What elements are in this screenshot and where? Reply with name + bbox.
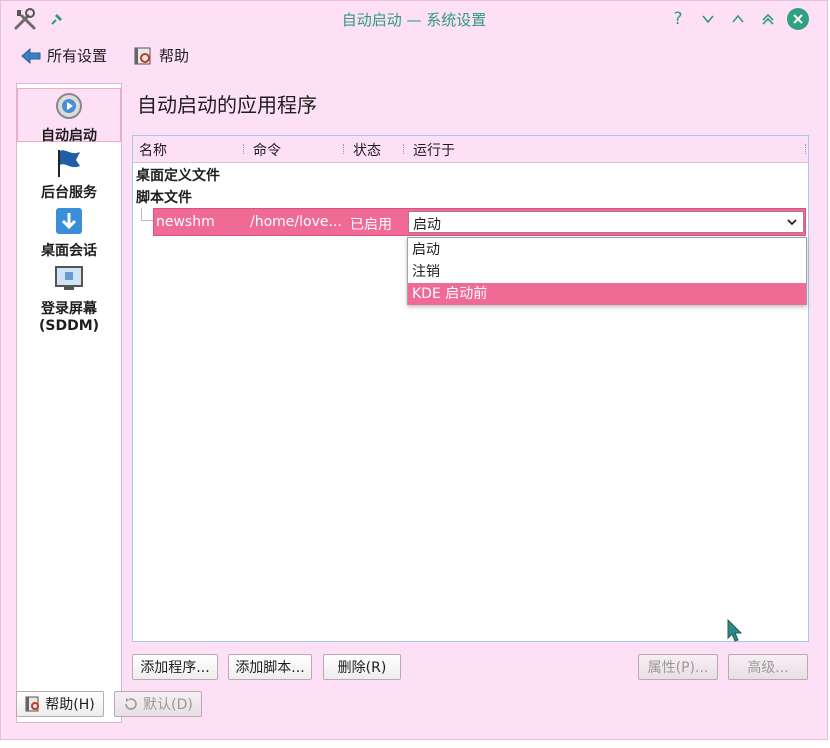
sidebar-item-label-line2: (SDDM) — [38, 318, 100, 334]
properties-button[interactable]: 属性(P)... — [638, 654, 718, 680]
advanced-button[interactable]: 高级... — [728, 654, 808, 680]
remove-button[interactable]: 删除(R) — [323, 654, 401, 680]
maximize-button[interactable] — [727, 8, 749, 30]
sidebar-item-login-screen[interactable]: 登录屏幕 (SDDM) — [17, 264, 121, 334]
double-chevron-up-icon — [762, 13, 774, 25]
toolbar-help-label: 帮助 — [159, 47, 190, 65]
chevron-down-icon — [702, 15, 714, 24]
footer-help-label: 帮助(H) — [45, 697, 95, 713]
sidebar-item-label: 桌面会话 — [41, 243, 97, 259]
help-book-icon — [25, 696, 40, 712]
title-bar: 自动启动 — 系统设置 ? — [1, 1, 827, 37]
run-on-select[interactable]: 启动 — [408, 211, 804, 233]
reset-icon — [125, 698, 137, 710]
dropdown-option-startup[interactable]: 启动 — [408, 239, 806, 261]
flag-icon — [58, 150, 80, 177]
group-desktop-files[interactable]: 桌面定义文件 — [136, 165, 220, 185]
run-on-select-value: 启动 — [413, 217, 441, 233]
download-arrow-icon — [56, 208, 82, 234]
minimize-button[interactable] — [697, 8, 719, 30]
sidebar-item-label: 后台服务 — [41, 185, 97, 201]
defaults-label: 默认(D) — [143, 697, 193, 713]
sidebar-item-desktop-session[interactable]: 桌面会话 — [17, 206, 121, 260]
all-settings-button[interactable]: 所有设置 — [21, 45, 107, 66]
column-header-name[interactable]: 名称 — [139, 140, 167, 160]
footer-help-button[interactable]: 帮助(H) — [16, 691, 104, 717]
dropdown-option-before-kde[interactable]: KDE 启动前 — [408, 283, 806, 305]
group-script-files[interactable]: 脚本文件 — [136, 187, 192, 207]
close-button[interactable] — [787, 8, 809, 30]
arrow-left-icon — [21, 47, 41, 64]
page-title: 自动启动的应用程序 — [137, 93, 317, 117]
toolbar: 所有设置 帮助 — [1, 41, 827, 73]
sidebar-item-label-line1: 登录屏幕 — [41, 301, 97, 317]
column-separator[interactable] — [403, 144, 406, 154]
sidebar-item-background-services[interactable]: 后台服务 — [17, 148, 121, 202]
column-separator[interactable] — [243, 144, 246, 154]
close-icon — [793, 14, 803, 24]
table-row[interactable]: newshm /home/love... 已启用 启动 — [153, 208, 806, 236]
tree-branch-line — [141, 208, 153, 221]
column-separator[interactable] — [805, 144, 808, 154]
add-program-button[interactable]: 添加程序... — [132, 654, 218, 680]
column-header-status[interactable]: 状态 — [353, 140, 381, 160]
row-command: /home/love... — [250, 214, 342, 230]
chevron-up-icon — [732, 14, 744, 23]
dropdown-option-logout[interactable]: 注销 — [408, 261, 806, 283]
defaults-button[interactable]: 默认(D) — [114, 691, 202, 717]
run-on-dropdown-list: 启动 注销 KDE 启动前 — [407, 237, 807, 305]
keep-above-button[interactable] — [757, 8, 779, 30]
autostart-tree[interactable]: 名称 命令 状态 运行于 桌面定义文件 脚本文件 newshm /home/lo… — [132, 135, 809, 642]
monitor-icon — [55, 266, 83, 290]
sidebar-item-autostart[interactable]: 自动启动 — [17, 88, 121, 144]
help-icon[interactable]: ? — [667, 8, 689, 30]
mouse-cursor-icon — [727, 619, 743, 642]
column-separator[interactable] — [343, 144, 346, 154]
toolbar-help-button[interactable]: 帮助 — [133, 45, 189, 66]
autostart-icon — [56, 93, 82, 119]
all-settings-label: 所有设置 — [47, 47, 108, 65]
column-header-run-on[interactable]: 运行于 — [413, 140, 455, 160]
help-book-icon — [134, 47, 151, 64]
row-name: newshm — [156, 214, 215, 230]
sidebar-item-label: 自动启动 — [41, 128, 97, 144]
add-script-button[interactable]: 添加脚本... — [228, 654, 312, 680]
row-status: 已启用 — [350, 217, 392, 233]
column-header-command[interactable]: 命令 — [253, 140, 281, 160]
tree-header: 名称 命令 状态 运行于 — [133, 136, 808, 163]
chevron-down-icon — [787, 219, 797, 226]
sidebar: 自动启动 后台服务 桌面会话 登录屏幕 (SDDM) — [16, 83, 122, 723]
settings-window: 自动启动 — 系统设置 ? 所有设置 帮助 自动启动 后台服务 桌面会话 登录屏… — [0, 0, 828, 740]
